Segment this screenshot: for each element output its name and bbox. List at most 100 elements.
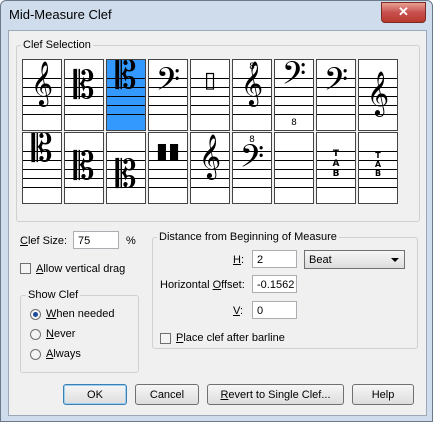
show-clef-label: Show Clef bbox=[26, 289, 81, 301]
staff-line bbox=[191, 178, 229, 179]
staff-line bbox=[149, 114, 187, 115]
staff-line bbox=[317, 114, 355, 115]
staff-line bbox=[149, 187, 187, 188]
clef-option-bass-8va[interactable]: 𝄢 8 bbox=[232, 132, 272, 204]
staff-line bbox=[65, 114, 103, 115]
close-button[interactable]: ✕ bbox=[381, 2, 426, 23]
tab-letter: B bbox=[332, 169, 340, 179]
tab-letter: B bbox=[374, 169, 382, 178]
octave-mark: 8 bbox=[291, 118, 297, 128]
revert-button[interactable]: Revert to Single Clef... bbox=[207, 384, 344, 405]
staff-line bbox=[149, 169, 187, 170]
clef-option-percussion-double[interactable]: ▮▮ bbox=[148, 132, 188, 204]
tab-letter: A bbox=[332, 159, 340, 169]
title-bar: Mid-Measure Clef ✕ bbox=[1, 1, 432, 29]
clef-option-c-clef-high[interactable]: 𝄡 bbox=[22, 132, 62, 204]
treble-low-clef-icon: 𝄞 bbox=[366, 71, 390, 115]
clef-size-input[interactable]: 75 bbox=[73, 231, 119, 249]
treble-8vb-clef-icon: 𝄞 bbox=[198, 134, 222, 178]
when-needed-label: When needed bbox=[46, 308, 115, 320]
staff-line bbox=[233, 105, 271, 106]
staff-line bbox=[107, 114, 145, 115]
treble-clef-icon: 𝄞 bbox=[30, 61, 54, 105]
clef-option-treble-8vb[interactable]: 𝄞 bbox=[190, 132, 230, 204]
staff-line bbox=[275, 105, 313, 106]
never-label: Never bbox=[46, 328, 76, 340]
c-clef-low-clef-icon: 𝄡 bbox=[115, 152, 137, 196]
when-needed-radio[interactable] bbox=[30, 309, 41, 320]
horizontal-offset-label: Horizontal Offset: bbox=[160, 279, 245, 291]
tab-clef-icon: TAB bbox=[359, 151, 397, 178]
staff-line bbox=[191, 96, 229, 97]
staff-line bbox=[23, 105, 61, 106]
clef-option-tenor[interactable]: 𝄡 bbox=[106, 59, 146, 131]
staff-line bbox=[23, 114, 61, 115]
staff-line bbox=[149, 105, 187, 106]
staff-line bbox=[191, 114, 229, 115]
close-icon: ✕ bbox=[398, 4, 409, 19]
staff-line bbox=[191, 105, 229, 106]
clef-option-alto[interactable]: 𝄡 bbox=[64, 59, 104, 131]
chevron-down-icon bbox=[391, 258, 399, 262]
c-clef-high-clef-icon: 𝄡 bbox=[31, 132, 53, 170]
bass-8va-clef-icon: 𝄢 bbox=[239, 138, 265, 182]
percussion-double-clef-icon: ▮▮ bbox=[155, 139, 181, 164]
h-label: H: bbox=[233, 254, 245, 266]
clef-size-label: Clef Size: bbox=[20, 235, 68, 247]
clef-option-treble-low[interactable]: 𝄞 bbox=[358, 59, 398, 131]
window-title: Mid-Measure Clef bbox=[9, 7, 112, 22]
always-label: Always bbox=[46, 348, 81, 360]
bass-8vb-clef-icon: 𝄢 bbox=[281, 59, 307, 99]
clef-option-bass[interactable]: 𝄢 bbox=[316, 59, 356, 131]
allow-drag-checkbox[interactable] bbox=[20, 263, 31, 274]
clef-option-blank[interactable] bbox=[274, 132, 314, 204]
clef-option-bass[interactable]: 𝄢 bbox=[148, 59, 188, 131]
allow-drag-label: Allow vertical drag bbox=[36, 263, 126, 275]
staff-line bbox=[317, 187, 355, 188]
unit-value: Beat bbox=[309, 254, 332, 266]
alto-clef-icon: 𝄡 bbox=[73, 63, 95, 107]
staff-line bbox=[359, 178, 397, 179]
h-input[interactable]: 2 bbox=[252, 250, 297, 268]
clef-option-bass-8vb[interactable]: 𝄢 8 bbox=[274, 59, 314, 131]
staff-line bbox=[275, 178, 313, 179]
clef-option-percussion[interactable]: ▯ bbox=[190, 59, 230, 131]
ok-button[interactable]: OK bbox=[63, 384, 127, 405]
unit-select[interactable]: Beat bbox=[304, 250, 405, 269]
staff-line bbox=[149, 178, 187, 179]
tab-letter: A bbox=[374, 160, 382, 169]
tab-letter: T bbox=[375, 151, 381, 160]
staff-line bbox=[275, 187, 313, 188]
cancel-button[interactable]: Cancel bbox=[135, 384, 199, 405]
v-input[interactable]: 0 bbox=[252, 301, 297, 319]
staff-line bbox=[275, 114, 313, 115]
dialog-window: Mid-Measure Clef ✕ Clef Selection 𝄞 𝄡 𝄡 𝄢 ▯ 𝄞… bbox=[0, 0, 433, 422]
horizontal-offset-input[interactable]: -0.1562 bbox=[252, 275, 297, 293]
dialog-body: Clef Selection 𝄞 𝄡 𝄡 𝄢 ▯ 𝄞 8 𝄢 8 𝄢 𝄞 𝄡 𝄡 𝄡 ▮▮ 𝄞 𝄢 8 T A B T A B… bbox=[8, 30, 427, 416]
staff-line bbox=[233, 114, 271, 115]
tenor-clef-icon: 𝄡 bbox=[115, 59, 137, 97]
octave-mark: 8 bbox=[249, 135, 255, 145]
place-after-barline-label: Place clef after barline bbox=[176, 332, 285, 344]
staff-line bbox=[275, 151, 313, 152]
clef-selection-label: Clef Selection bbox=[21, 39, 93, 51]
bass-clef-icon: 𝄢 bbox=[323, 61, 349, 105]
staff-line bbox=[233, 187, 271, 188]
clef-option-tab[interactable]: TAB bbox=[316, 132, 356, 204]
always-radio[interactable] bbox=[30, 349, 41, 360]
staff-line bbox=[359, 187, 397, 188]
place-after-barline-checkbox[interactable] bbox=[160, 333, 171, 344]
clef-option-c-clef[interactable]: 𝄡 bbox=[64, 132, 104, 204]
bass-clef-icon: 𝄢 bbox=[155, 61, 181, 105]
v-label: V: bbox=[233, 305, 243, 317]
tab-clef-icon: TAB bbox=[317, 149, 355, 179]
clef-option-c-clef-low[interactable]: 𝄡 bbox=[106, 132, 146, 204]
clef-option-treble-8va[interactable]: 𝄞 8 bbox=[232, 59, 272, 131]
staff-line bbox=[275, 169, 313, 170]
staff-line bbox=[23, 178, 61, 179]
clef-option-tab-small[interactable]: TAB bbox=[358, 132, 398, 204]
never-radio[interactable] bbox=[30, 329, 41, 340]
staff-line bbox=[107, 105, 145, 106]
clef-option-treble[interactable]: 𝄞 bbox=[22, 59, 62, 131]
help-button[interactable]: Help bbox=[352, 384, 414, 405]
